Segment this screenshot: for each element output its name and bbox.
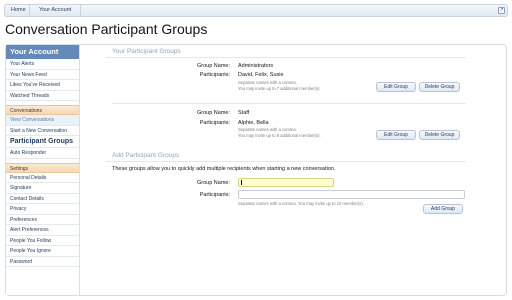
new-participants-label: Participants:: [199, 192, 230, 198]
section-divider: [106, 161, 466, 162]
edit-group-button[interactable]: Edit Group: [376, 130, 416, 140]
main-panel: Your Account Your Alerts Your News Feed …: [5, 44, 507, 296]
sidebar-item-start-conversation[interactable]: Start a New Conversation: [6, 126, 79, 136]
content: Your Participant Groups Group Name: Admi…: [106, 45, 468, 295]
edit-group-button[interactable]: Edit Group: [376, 82, 416, 92]
breadcrumb-home[interactable]: Home: [5, 5, 30, 16]
sidebar-item-preferences[interactable]: Preferences: [6, 215, 79, 225]
group-name-label: Group Name:: [196, 110, 230, 116]
new-group-name-label: Group Name:: [196, 180, 230, 186]
participants-limit-hint: You may invite up to 7 additional member…: [238, 86, 321, 91]
add-groups-title: Add Participant Groups: [112, 152, 180, 159]
sidebar-item-signature[interactable]: Signature: [6, 183, 79, 194]
delete-group-button[interactable]: Delete Group: [419, 130, 460, 140]
sidebar-item-auto-responder[interactable]: Auto Responder: [6, 148, 79, 159]
group-name-value: Staff: [238, 110, 250, 116]
participants-value: Alphie, Bella: [238, 120, 269, 126]
sidebar-item-people-you-ignore[interactable]: People You Ignore: [6, 246, 79, 257]
external-link-icon[interactable]: ↗: [498, 7, 505, 14]
sidebar-item-alerts[interactable]: Your Alerts: [6, 59, 79, 70]
sidebar-item-watched-threads[interactable]: Watched Threads: [6, 91, 79, 101]
page-title: Conversation Participant Groups: [5, 21, 208, 37]
participants-label: Participants:: [199, 72, 230, 78]
sidebar-item-password[interactable]: Password: [6, 257, 79, 267]
group-name-input[interactable]: [238, 178, 334, 187]
text-caret: [241, 180, 242, 185]
sidebar-item-view-conversations[interactable]: View Conversations: [6, 115, 79, 126]
sidebar-item-people-you-follow[interactable]: People You Follow: [6, 236, 79, 246]
sidebar-item-alert-preferences[interactable]: Alert Preferences: [6, 225, 79, 236]
add-participants-hint: Separate names with a comma. You may inv…: [238, 201, 364, 206]
group-name-value: Administrators: [238, 63, 274, 69]
sidebar-item-news-feed[interactable]: Your News Feed: [6, 70, 79, 80]
add-group-button[interactable]: Add Group: [423, 204, 463, 214]
delete-group-button[interactable]: Delete Group: [419, 82, 460, 92]
sidebar-header[interactable]: Your Account: [6, 45, 79, 59]
breadcrumb-your-account[interactable]: Your Account: [31, 5, 81, 16]
participants-limit-hint: You may invite up to 8 additional member…: [238, 133, 321, 138]
group-name-label: Group Name:: [196, 63, 230, 69]
section-divider: [106, 57, 466, 58]
participants-input[interactable]: [238, 190, 465, 199]
participants-value: David, Felix, Susie: [238, 72, 284, 78]
sidebar-item-contact-details[interactable]: Contact Details: [6, 194, 79, 204]
your-groups-title: Your Participant Groups: [112, 48, 181, 55]
sidebar-item-privacy[interactable]: Privacy: [6, 204, 79, 215]
add-groups-intro: These groups allow you to quickly add mu…: [112, 166, 336, 172]
sidebar-item-participant-groups[interactable]: Participant Groups: [6, 136, 79, 148]
group-divider: [112, 103, 466, 104]
sidebar: Your Account Your Alerts Your News Feed …: [6, 45, 80, 295]
breadcrumb: Home Your Account ↗: [4, 4, 508, 17]
sidebar-item-likes[interactable]: Likes You've Received: [6, 80, 79, 91]
participants-label: Participants:: [199, 120, 230, 126]
sidebar-section-conversations[interactable]: Conversations: [6, 105, 79, 115]
sidebar-section-settings[interactable]: Settings: [6, 162, 79, 173]
sidebar-item-personal-details[interactable]: Personal Details: [6, 173, 79, 183]
